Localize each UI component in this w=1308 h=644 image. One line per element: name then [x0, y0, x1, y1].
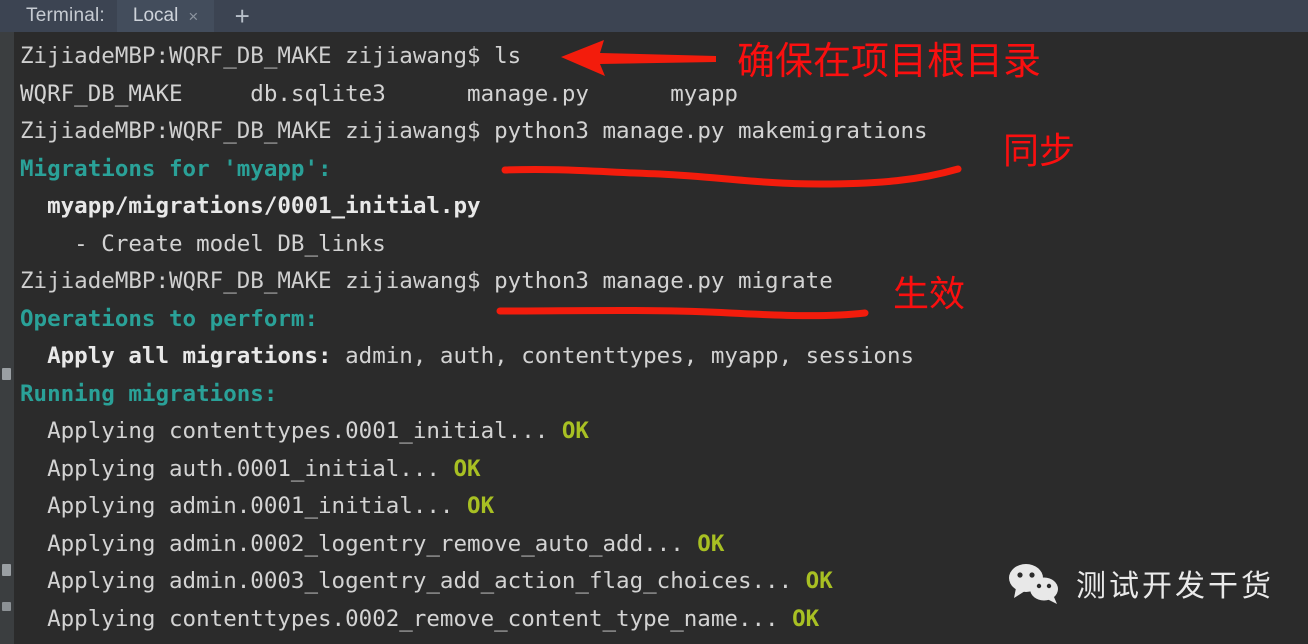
terminal-line: ZijiadeMBP:WQRF_DB_MAKE zijiawang$ ls [20, 38, 1308, 76]
operations-header: Operations to perform: [20, 305, 319, 332]
shell-command: ls [494, 43, 522, 69]
shell-prompt: ZijiadeMBP:WQRF_DB_MAKE zijiawang$ [20, 43, 495, 69]
terminal-tab-bar: Terminal: Local × + [0, 0, 1308, 32]
terminal-line: Applying admin.0002_logentry_remove_auto… [20, 526, 1308, 564]
gutter-marker [2, 564, 11, 576]
gutter-marker [2, 602, 11, 611]
status-badge: OK [683, 530, 725, 557]
close-icon[interactable]: × [188, 8, 198, 25]
gutter-marker [2, 368, 11, 380]
migration-file-path: myapp/migrations/0001_initial.py [20, 193, 481, 219]
terminal-panel-title: Terminal: [26, 5, 105, 26]
terminal-output[interactable]: ZijiadeMBP:WQRF_DB_MAKE zijiawang$ ls WQ… [14, 32, 1308, 644]
shell-prompt: ZijiadeMBP:WQRF_DB_MAKE zijiawang$ [20, 268, 495, 294]
terminal-line: Operations to perform: [20, 301, 1308, 339]
shell-prompt: ZijiadeMBP:WQRF_DB_MAKE zijiawang$ [20, 118, 495, 144]
running-migrations-header: Running migrations: [20, 380, 278, 407]
shell-command: python3 manage.py migrate [494, 268, 833, 294]
terminal-line: Apply all migrations: admin, auth, conte… [20, 338, 1308, 376]
wechat-icon [1009, 564, 1058, 604]
terminal-line: Applying contenttypes.0001_initial... OK [20, 413, 1308, 451]
status-badge: OK [453, 493, 495, 519]
terminal-line: myapp/migrations/0001_initial.py [20, 188, 1308, 226]
applying-text: Applying admin.0001_initial... [20, 493, 454, 519]
terminal-line: - Create model DB_links [20, 226, 1308, 264]
terminal-line: ZijiadeMBP:WQRF_DB_MAKE zijiawang$ pytho… [20, 263, 1308, 301]
terminal-line: WQRF_DB_MAKE db.sqlite3 manage.py myapp [20, 76, 1308, 114]
terminal-line: ZijiadeMBP:WQRF_DB_MAKE zijiawang$ pytho… [20, 113, 1308, 151]
applying-text: Applying contenttypes.0001_initial... [20, 418, 549, 444]
applying-text: Applying auth.0001_initial... [20, 455, 440, 482]
terminal-line: Applying admin.0001_initial... OK [20, 488, 1308, 526]
tab-local[interactable]: Local × [116, 0, 215, 32]
terminal-line: Migrations for 'myapp': [20, 151, 1308, 189]
ls-output: WQRF_DB_MAKE db.sqlite3 manage.py myapp [20, 80, 738, 107]
apply-all-label: Apply all migrations: [20, 343, 332, 369]
status-badge: OK [792, 568, 833, 594]
watermark-label: 测试开发干货 [1076, 569, 1274, 604]
shell-command: python3 manage.py makemigrations [494, 118, 928, 144]
status-badge: OK [548, 418, 589, 444]
status-badge: OK [778, 605, 820, 632]
applying-text: Applying contenttypes.0002_remove_conten… [20, 605, 779, 632]
watermark: 测试开发干货 [1006, 561, 1274, 605]
applying-text: Applying admin.0003_logentry_add_action_… [20, 568, 793, 594]
migrations-header: Migrations for 'myapp': [20, 155, 332, 182]
add-tab-button[interactable]: + [214, 0, 270, 32]
terminal-line: Running migrations: [20, 376, 1308, 414]
migration-operation: - Create model DB_links [20, 230, 386, 257]
tab-local-label: Local [132, 5, 179, 26]
terminal-line: Applying auth.0001_initial... OK [20, 451, 1308, 489]
terminal-window: Terminal: Local × + ZijiadeMBP:WQRF_DB_M… [0, 0, 1308, 644]
terminal-gutter[interactable] [0, 32, 14, 644]
apply-all-apps: admin, auth, contenttypes, myapp, sessio… [331, 343, 915, 369]
terminal-line: Applying contenttypes.0002_remove_conten… [20, 601, 1308, 639]
status-badge: OK [439, 455, 481, 482]
applying-text: Applying admin.0002_logentry_remove_auto… [20, 530, 684, 557]
